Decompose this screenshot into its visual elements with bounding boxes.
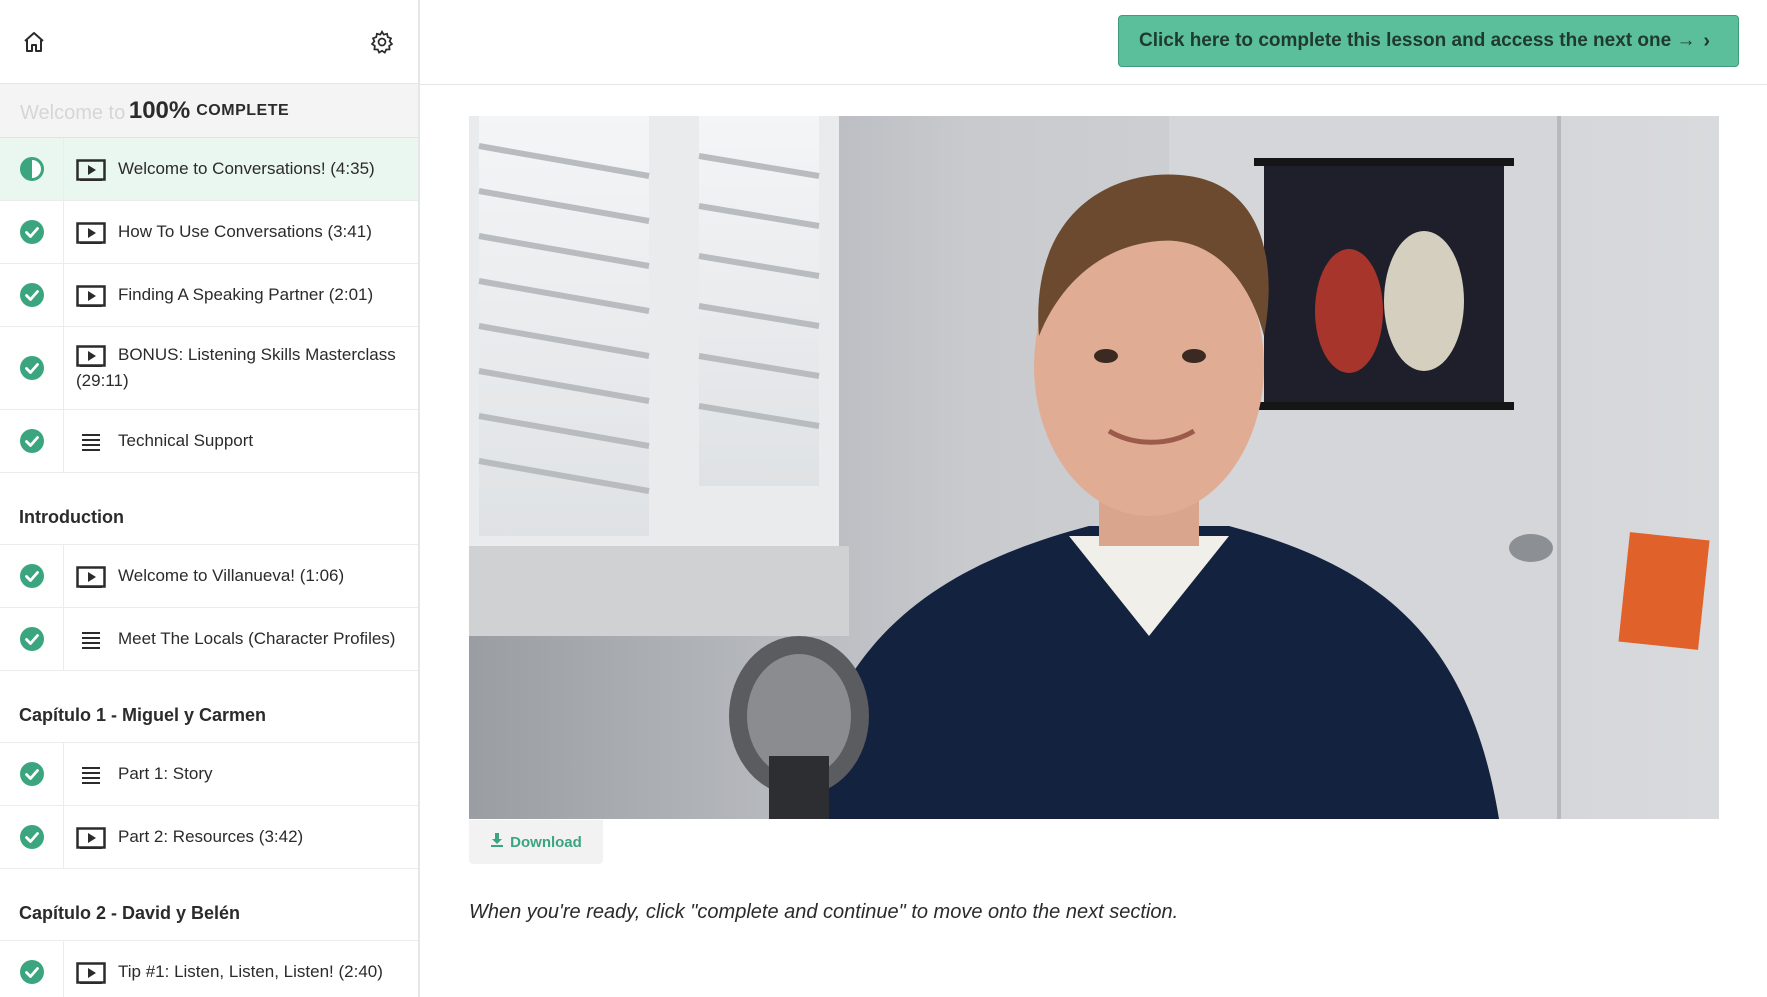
lesson-title: BONUS: Listening Skills Masterclass (29:… (76, 345, 396, 390)
lesson-item[interactable]: BONUS: Listening Skills Masterclass (29:… (0, 327, 418, 410)
completed-check-icon (0, 806, 64, 868)
video-player[interactable] (469, 116, 1719, 819)
lesson-title: Welcome to Conversations! (4:35) (118, 159, 375, 178)
complete-button-label: Click here to complete this lesson and a… (1139, 30, 1696, 51)
in-progress-icon (0, 138, 64, 200)
lesson-body: Meet The Locals (Character Profiles) (64, 618, 407, 660)
lesson-body: Finding A Speaking Partner (2:01) (64, 274, 385, 316)
completed-check-icon (0, 201, 64, 263)
video-lesson-icon (76, 221, 106, 244)
lesson-content: Click here to complete this lesson and a… (420, 0, 1767, 997)
home-icon[interactable] (18, 26, 50, 58)
section-title: Capítulo 2 - David y Belén (0, 869, 418, 941)
lesson-body: Tip #1: Listen, Listen, Listen! (2:40) (64, 951, 395, 993)
completed-check-icon (0, 410, 64, 472)
course-progress: Welcome to 100% COMPLETE (0, 84, 418, 138)
lesson-item[interactable]: Part 1: Story (0, 743, 418, 806)
section-title: Introduction (0, 473, 418, 545)
lesson-body: BONUS: Listening Skills Masterclass (29:… (64, 334, 418, 402)
lesson-item[interactable]: Part 2: Resources (3:42) (0, 806, 418, 869)
text-lesson-icon (76, 431, 106, 453)
lesson-body: Part 1: Story (64, 753, 224, 795)
lesson-title: Finding A Speaking Partner (2:01) (118, 285, 374, 304)
completed-check-icon (0, 941, 64, 997)
completed-check-icon (0, 264, 64, 326)
completed-check-icon (0, 608, 64, 670)
lesson-title: Welcome to Villanueva! (1:06) (118, 566, 345, 585)
lesson-title: How To Use Conversations (3:41) (118, 222, 372, 241)
video-lesson-icon (76, 284, 106, 307)
course-sidebar: Welcome to 100% COMPLETE Welcome to Conv… (0, 0, 420, 997)
section-title: Capítulo 1 - Miguel y Carmen (0, 671, 418, 743)
lesson-title: Part 2: Resources (3:42) (118, 827, 304, 846)
lesson-body: Part 2: Resources (3:42) (64, 816, 315, 858)
lesson-body: Welcome to Villanueva! (1:06) (64, 555, 356, 597)
text-lesson-icon (76, 629, 106, 651)
lesson-item[interactable]: Welcome to Conversations! (4:35) (0, 138, 418, 201)
curriculum-list: Welcome to Conversations! (4:35) How To U… (0, 138, 418, 997)
download-icon (490, 833, 504, 851)
lesson-body: How To Use Conversations (3:41) (64, 211, 384, 253)
lesson-item[interactable]: Technical Support (0, 410, 418, 473)
download-button[interactable]: Download (469, 820, 603, 864)
completed-check-icon (0, 545, 64, 607)
lesson-topbar: Click here to complete this lesson and a… (420, 0, 1767, 85)
video-lesson-icon (76, 158, 106, 181)
lesson-item[interactable]: Tip #1: Listen, Listen, Listen! (2:40) (0, 941, 418, 997)
lesson-item[interactable]: Welcome to Villanueva! (1:06) (0, 545, 418, 608)
progress-label: COMPLETE (196, 101, 290, 119)
lesson-title: Tip #1: Listen, Listen, Listen! (2:40) (118, 962, 383, 981)
lesson-title: Meet The Locals (Character Profiles) (118, 629, 396, 648)
lesson-title: Part 1: Story (118, 764, 213, 783)
video-lesson-icon (76, 344, 106, 367)
lesson-body: Technical Support (64, 420, 265, 462)
complete-and-continue-button[interactable]: Click here to complete this lesson and a… (1118, 15, 1739, 67)
lesson-item[interactable]: Meet The Locals (Character Profiles) (0, 608, 418, 671)
chevron-right-icon: › (1703, 30, 1710, 52)
video-lesson-icon (76, 565, 106, 588)
progress-ghost-text: Welcome to (20, 102, 126, 124)
video-lesson-icon (76, 826, 106, 849)
lesson-item[interactable]: How To Use Conversations (3:41) (0, 201, 418, 264)
video-lesson-icon (76, 961, 106, 984)
completed-check-icon (0, 327, 64, 409)
download-label: Download (510, 833, 582, 851)
course-player: Welcome to 100% COMPLETE Welcome to Conv… (0, 0, 1767, 997)
lesson-title: Technical Support (118, 431, 254, 450)
gear-icon[interactable] (366, 26, 398, 58)
completed-check-icon (0, 743, 64, 805)
progress-percent: 100% (128, 96, 191, 124)
lesson-body: Welcome to Conversations! (4:35) (64, 148, 387, 190)
lesson-instructions: When you're ready, click "complete and c… (469, 901, 1179, 923)
sidebar-header (0, 0, 418, 84)
text-lesson-icon (76, 764, 106, 786)
video-frame-image (469, 116, 1719, 819)
lesson-item[interactable]: Finding A Speaking Partner (2:01) (0, 264, 418, 327)
